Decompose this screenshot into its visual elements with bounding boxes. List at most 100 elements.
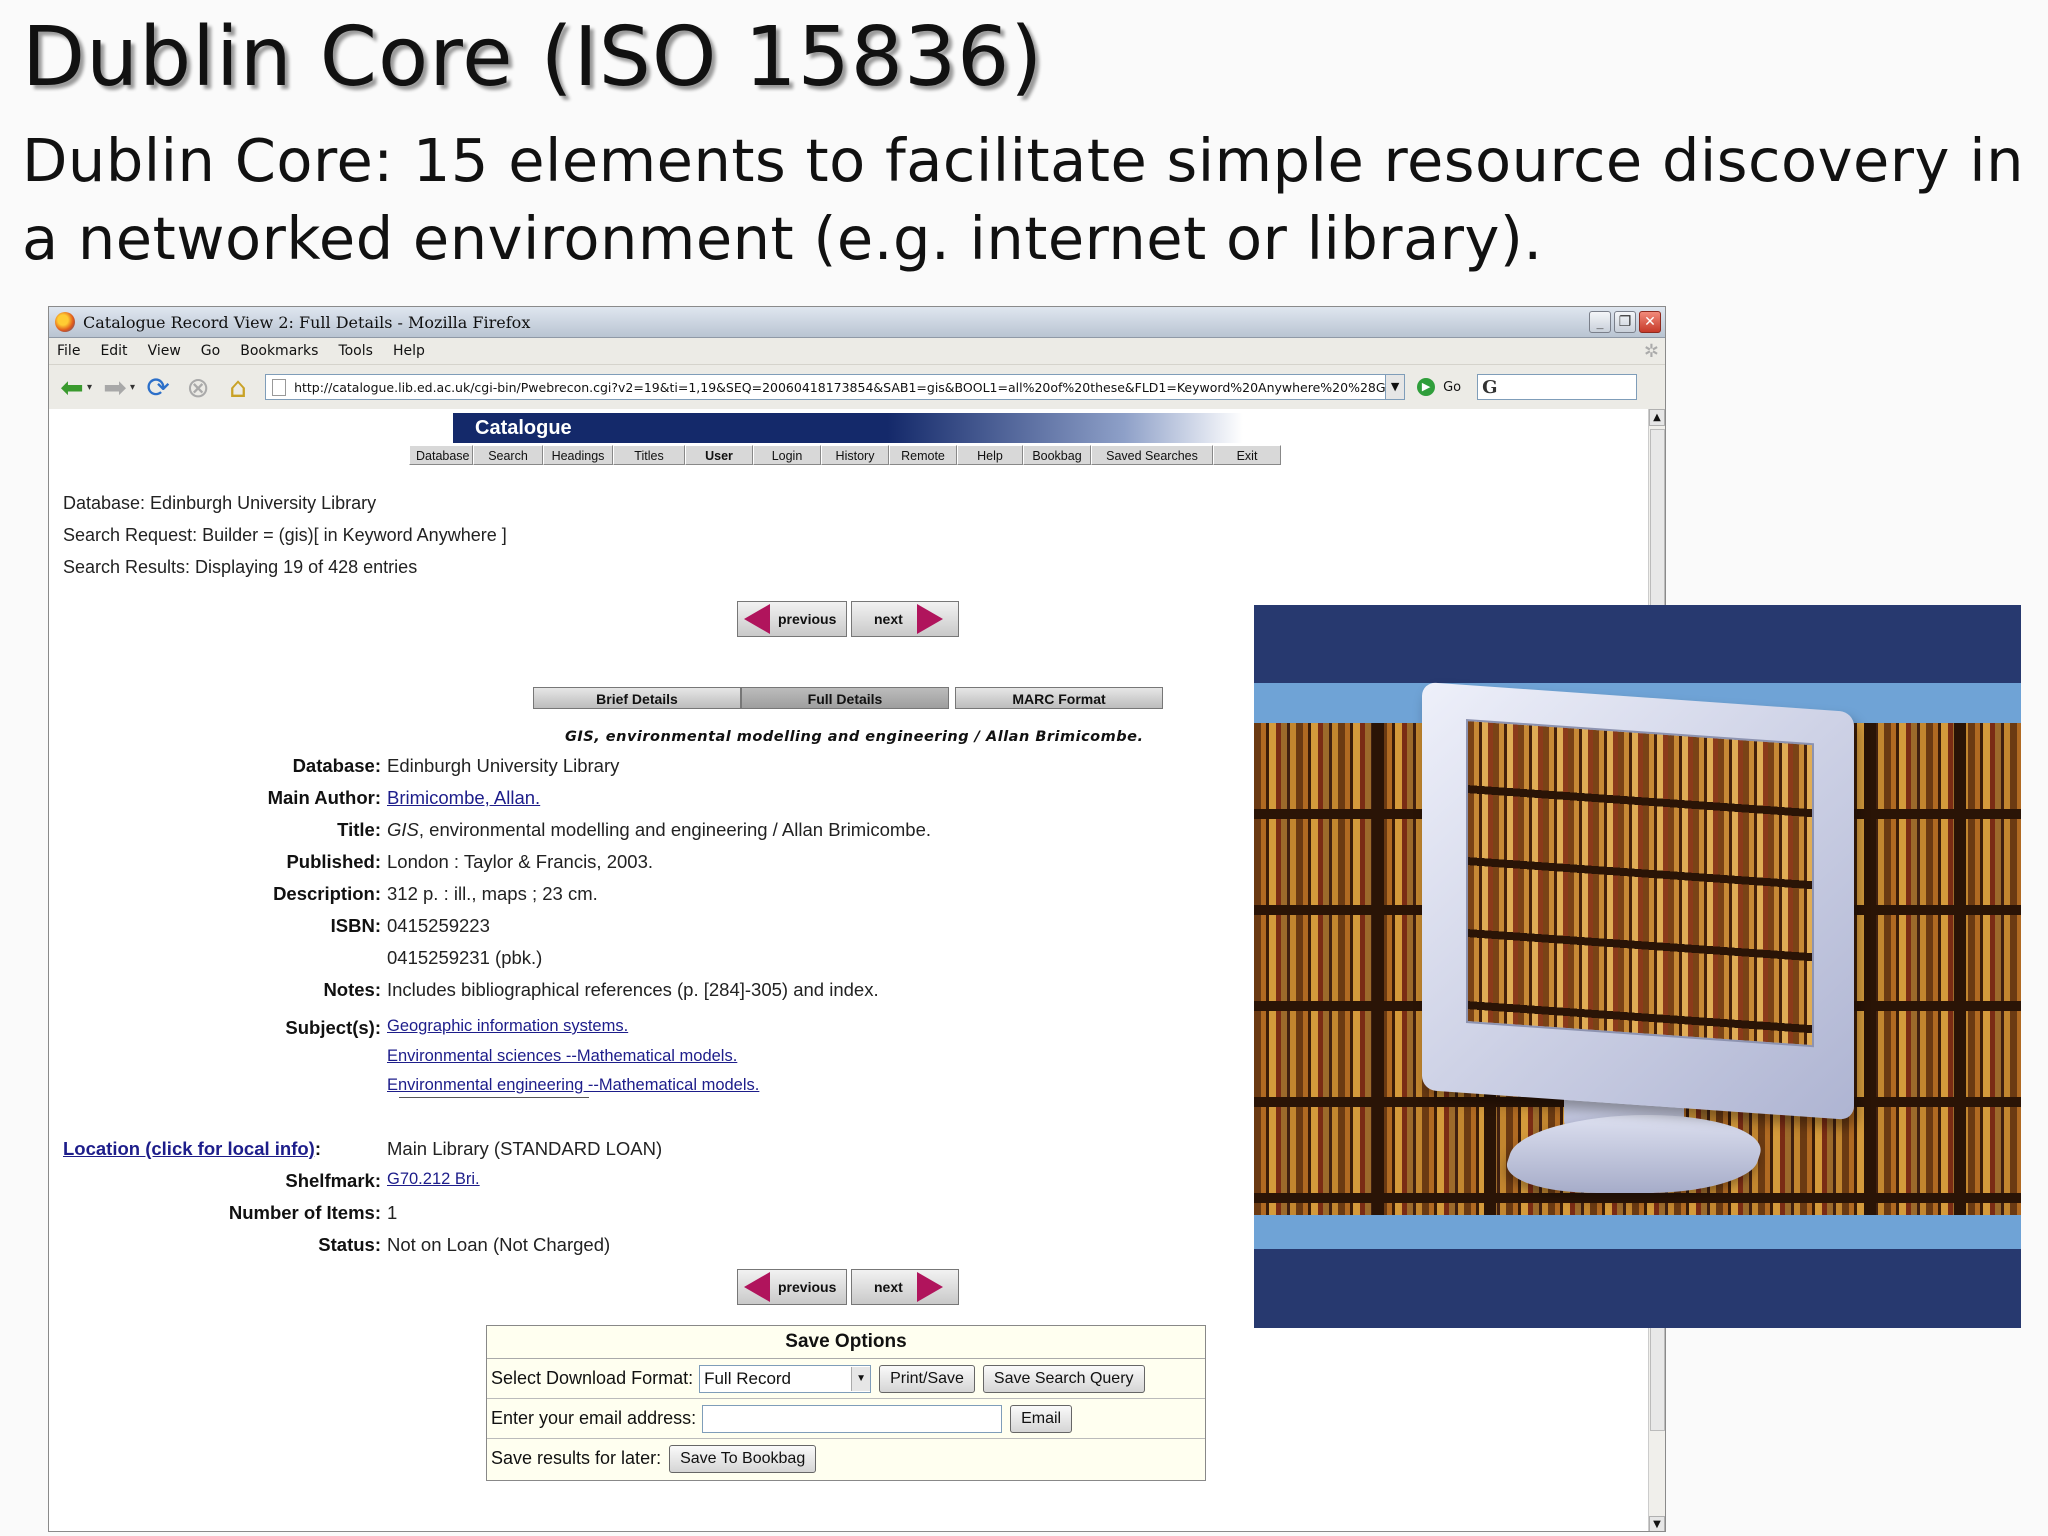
divider — [399, 1097, 589, 1098]
previous-button[interactable]: previous — [737, 1269, 847, 1305]
field-label: Published: — [286, 851, 381, 872]
next-arrow-icon — [916, 604, 943, 634]
tab-saved-searches[interactable]: Saved Searches — [1091, 445, 1213, 465]
reload-icon[interactable]: ⟳ — [141, 370, 175, 404]
window-titlebar[interactable]: Catalogue Record View 2: Full Details - … — [49, 307, 1665, 338]
pager-top: previous next — [737, 601, 959, 637]
download-format-select[interactable]: Full Record ▼ — [699, 1364, 872, 1393]
field-value: 0415259231 (pbk.) — [387, 947, 543, 968]
menu-tools[interactable]: Tools — [338, 343, 373, 359]
email-button[interactable]: Email — [1010, 1404, 1073, 1433]
subject-link[interactable]: Environmental sciences --Mathematical mo… — [387, 1047, 737, 1066]
email-field[interactable] — [702, 1404, 1003, 1433]
info-database: Database: Edinburgh University Library — [63, 493, 377, 513]
record-title: GIS, environmental modelling and enginee… — [565, 729, 1144, 745]
subject-link[interactable]: Environmental engineering --Mathematical… — [387, 1076, 759, 1095]
save-to-bookbag-button[interactable]: Save To Bookbag — [669, 1444, 817, 1473]
page-icon — [272, 378, 287, 396]
menu-file[interactable]: File — [57, 343, 80, 359]
back-dropdown-icon[interactable]: ▾ — [87, 382, 92, 393]
subject-link[interactable]: Geographic information systems. — [387, 1017, 628, 1036]
stop-icon[interactable]: ⊗ — [181, 370, 215, 404]
search-box[interactable]: G — [1477, 374, 1638, 400]
home-icon[interactable]: ⌂ — [221, 370, 255, 404]
menu-edit[interactable]: Edit — [100, 343, 127, 359]
next-button[interactable]: next — [851, 601, 959, 637]
navigation-toolbar: ⬅ ▾ ➡ ▾ ⟳ ⊗ ⌂ http://catalogue.lib.ed.ac… — [49, 365, 1665, 410]
catalogue-tabs: Database Search Headings Titles User Log… — [409, 445, 1281, 465]
slide-subtitle: Dublin Core: 15 elements to facilitate s… — [22, 126, 2024, 273]
field-label: Subject(s): — [285, 1017, 381, 1038]
tab-headings[interactable]: Headings — [543, 445, 613, 465]
save-search-query-button[interactable]: Save Search Query — [982, 1364, 1145, 1393]
field-label: Title: — [337, 819, 381, 840]
menu-view[interactable]: View — [148, 343, 181, 359]
previous-button[interactable]: previous — [737, 601, 847, 637]
shelfmark-link[interactable]: G70.212 Bri. — [387, 1170, 480, 1189]
forward-icon[interactable]: ➡ — [98, 370, 132, 404]
field-value: Edinburgh University Library — [387, 755, 620, 776]
address-bar[interactable]: http://catalogue.lib.ed.ac.uk/cgi-bin/Pw… — [265, 374, 1406, 400]
author-link[interactable]: Brimicombe, Allan. — [387, 787, 540, 809]
location-info-link[interactable]: Location (click for local info) — [63, 1138, 315, 1159]
tab-full-details[interactable]: Full Details — [741, 687, 949, 709]
previous-arrow-icon — [744, 604, 770, 634]
tab-marc-format[interactable]: MARC Format — [955, 687, 1163, 709]
address-text[interactable]: http://catalogue.lib.ed.ac.uk/cgi-bin/Pw… — [294, 380, 1385, 395]
tab-help[interactable]: Help — [957, 445, 1023, 465]
monitor-screen — [1466, 718, 1814, 1048]
catalogue-header: Catalogue — [453, 413, 1243, 443]
next-label: next — [874, 1279, 903, 1295]
field-value: Not on Loan (Not Charged) — [387, 1234, 611, 1255]
field-label: Main Author: — [267, 787, 381, 808]
save-later-label: Save results for later: — [491, 1448, 662, 1468]
shelf-post — [1864, 723, 1876, 1215]
download-format-value: Full Record — [704, 1368, 792, 1388]
menu-bar: File Edit View Go Bookmarks Tools Help ✲ — [49, 338, 1665, 365]
download-format-row: Select Download Format: Full Record ▼ Pr… — [487, 1359, 1205, 1399]
tab-brief-details[interactable]: Brief Details — [533, 687, 741, 709]
scroll-up-icon[interactable]: ▲ — [1649, 409, 1665, 426]
tab-remote[interactable]: Remote — [889, 445, 957, 465]
close-button[interactable]: ✕ — [1639, 311, 1661, 333]
tab-search[interactable]: Search — [473, 445, 543, 465]
tab-login[interactable]: Login — [753, 445, 821, 465]
field-label: Notes: — [323, 979, 381, 1000]
google-search-icon: G — [1482, 376, 1498, 398]
menu-bookmarks[interactable]: Bookmarks — [240, 343, 318, 359]
menu-help[interactable]: Help — [393, 343, 425, 359]
tab-user[interactable]: User — [685, 445, 753, 465]
field-value: London : Taylor & Francis, 2003. — [387, 851, 654, 872]
previous-label: previous — [778, 611, 837, 627]
back-icon[interactable]: ⬅ — [55, 370, 89, 404]
save-options-title: Save Options — [487, 1326, 1205, 1359]
go-label[interactable]: Go — [1443, 380, 1461, 395]
next-arrow-icon — [916, 1272, 943, 1302]
tab-history[interactable]: History — [821, 445, 889, 465]
minimize-button[interactable]: _ — [1589, 311, 1611, 333]
throbber-icon: ✲ — [1643, 340, 1659, 362]
previous-arrow-icon — [744, 1272, 770, 1302]
go-icon[interactable]: ▶ — [1417, 378, 1436, 396]
field-value: Includes bibliographical references (p. … — [387, 979, 879, 1000]
scroll-down-icon[interactable]: ▼ — [1649, 1516, 1665, 1531]
tab-bookbag[interactable]: Bookbag — [1023, 445, 1091, 465]
menu-go[interactable]: Go — [201, 343, 220, 359]
field-label: Status: — [318, 1234, 381, 1255]
tab-exit[interactable]: Exit — [1213, 445, 1281, 465]
window-title: Catalogue Record View 2: Full Details - … — [83, 312, 531, 332]
email-label: Enter your email address: — [491, 1408, 697, 1428]
address-dropdown-icon[interactable]: ▼ — [1385, 375, 1405, 399]
next-button[interactable]: next — [851, 1269, 959, 1305]
tab-database[interactable]: Database — [409, 445, 473, 465]
forward-dropdown-icon[interactable]: ▾ — [130, 382, 135, 393]
info-results: Search Results: Displaying 19 of 428 ent… — [63, 557, 418, 577]
field-label: Shelfmark: — [285, 1170, 381, 1191]
tab-titles[interactable]: Titles — [613, 445, 685, 465]
slide-title: Dublin Core (ISO 15836) — [22, 10, 1044, 105]
save-options-panel: Save Options Select Download Format: Ful… — [486, 1325, 1206, 1481]
print-save-button[interactable]: Print/Save — [879, 1364, 975, 1393]
shelf-post — [1954, 723, 1966, 1215]
firefox-icon — [55, 312, 75, 332]
restore-button[interactable]: ❐ — [1614, 311, 1636, 333]
